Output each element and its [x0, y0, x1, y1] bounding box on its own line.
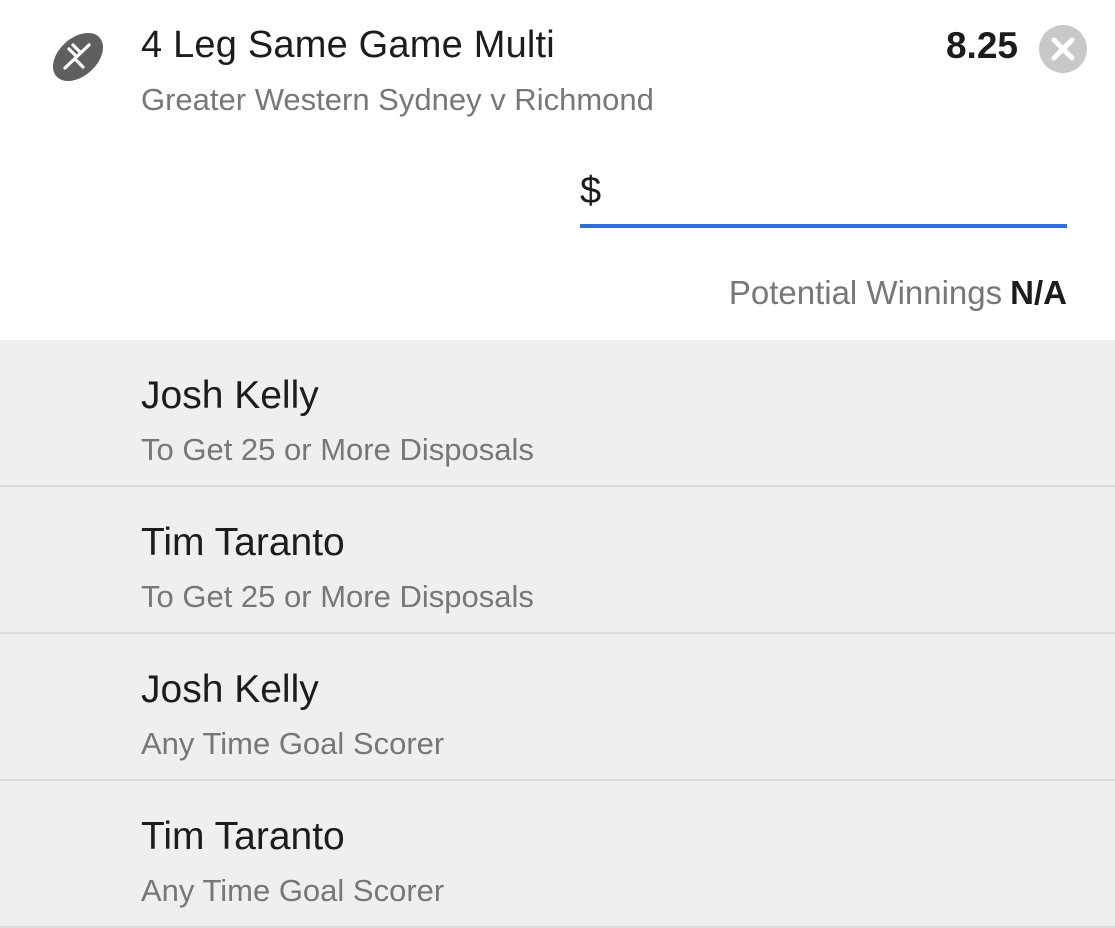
legs-list: Josh Kelly To Get 25 or More Disposals T…: [0, 340, 1115, 928]
remove-bet-button[interactable]: [1039, 25, 1087, 73]
bet-title: 4 Leg Same Game Multi: [141, 24, 555, 66]
leg-market: Any Time Goal Scorer: [141, 726, 445, 761]
close-icon: [1051, 37, 1075, 61]
leg-player: Josh Kelly: [141, 374, 319, 417]
leg-item: Tim Taranto To Get 25 or More Disposals: [0, 487, 1115, 634]
potential-winnings-label: Potential Winnings: [728, 274, 1003, 311]
leg-player: Josh Kelly: [141, 668, 319, 711]
leg-player: Tim Taranto: [141, 815, 345, 858]
leg-market: Any Time Goal Scorer: [141, 873, 445, 908]
leg-market: To Get 25 or More Disposals: [141, 432, 534, 467]
currency-symbol: $: [580, 170, 602, 212]
bet-odds: 8.25: [945, 25, 1018, 66]
bet-slip: 4 Leg Same Game Multi Greater Western Sy…: [0, 0, 1115, 928]
football-icon: [48, 26, 108, 88]
leg-item: Josh Kelly Any Time Goal Scorer: [0, 634, 1115, 781]
stake-input[interactable]: [616, 172, 1056, 216]
match-name: Greater Western Sydney v Richmond: [141, 82, 654, 117]
potential-winnings-value: N/A: [1010, 274, 1067, 311]
bet-header: 4 Leg Same Game Multi Greater Western Sy…: [0, 0, 1115, 340]
leg-player: Tim Taranto: [141, 521, 345, 564]
potential-winnings: Potential Winnings N/A: [729, 274, 1067, 312]
leg-market: To Get 25 or More Disposals: [141, 579, 534, 614]
leg-item: Josh Kelly To Get 25 or More Disposals: [0, 340, 1115, 487]
stake-field[interactable]: $: [580, 166, 1067, 228]
leg-item: Tim Taranto Any Time Goal Scorer: [0, 781, 1115, 928]
